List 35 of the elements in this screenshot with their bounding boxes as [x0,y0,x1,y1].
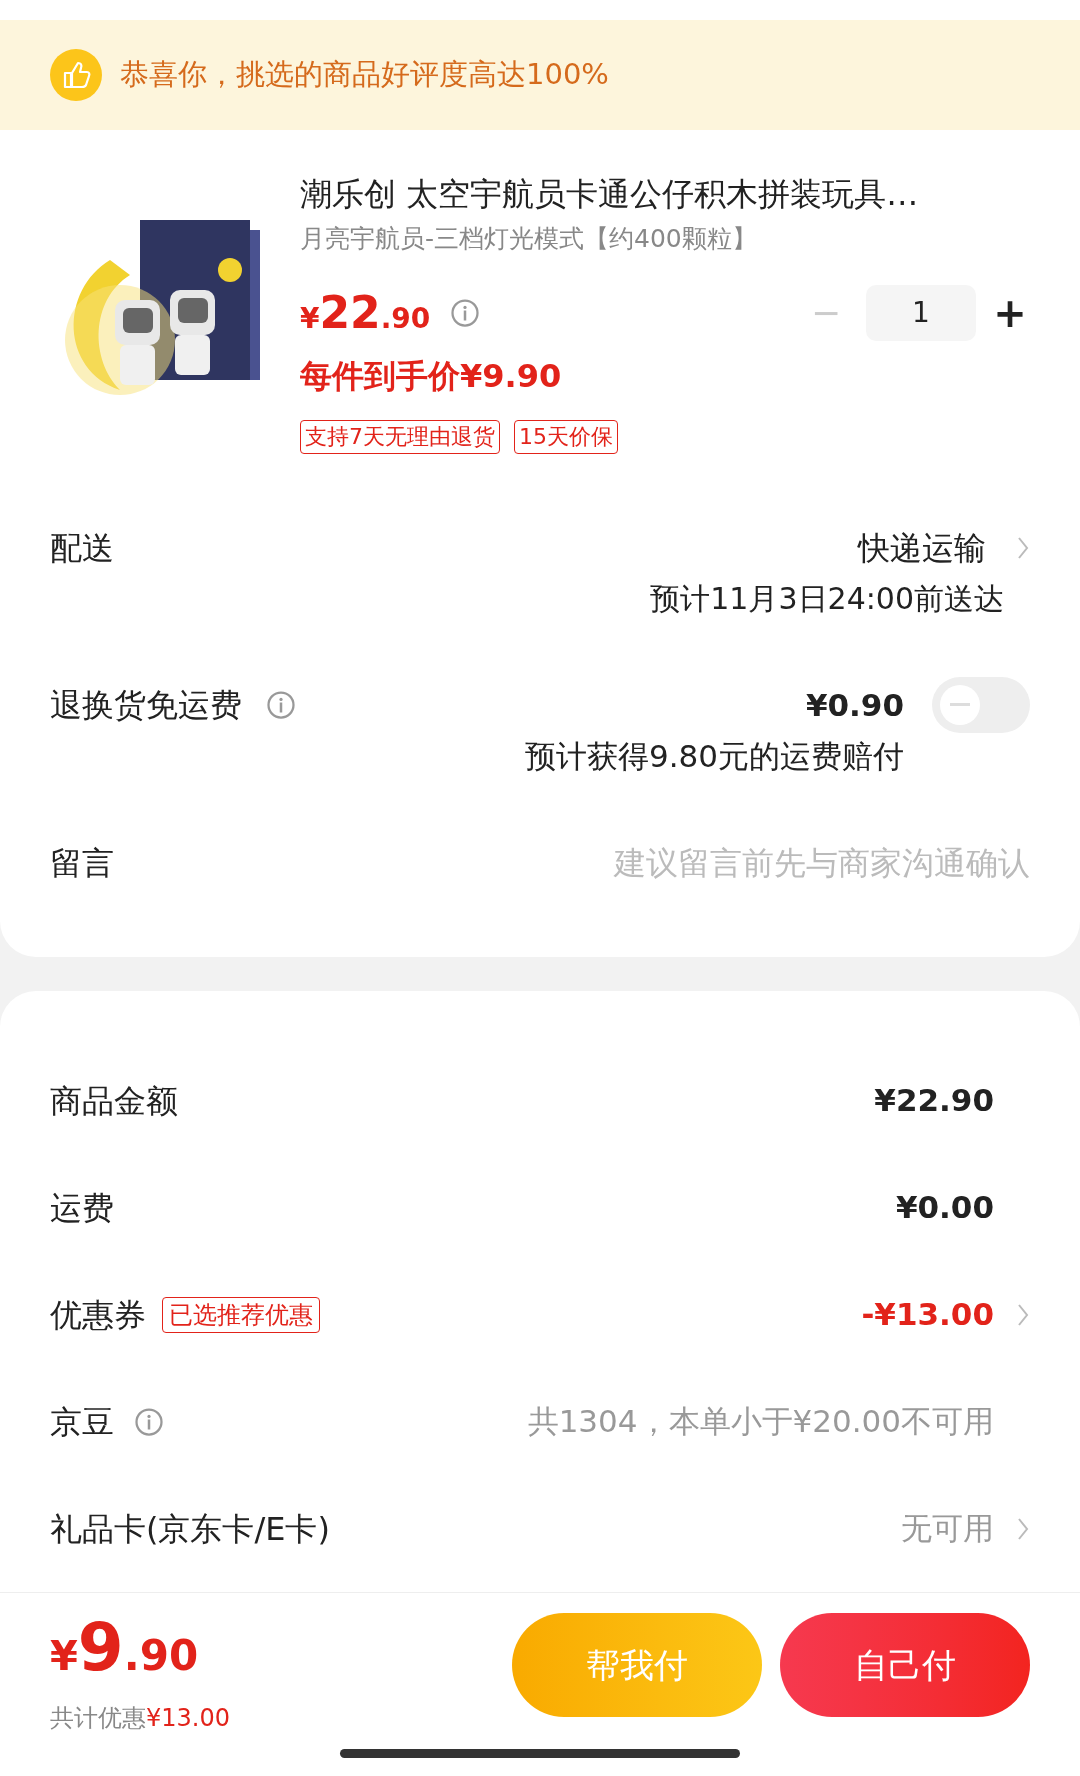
service-tag: 支持7天无理由退货 [300,419,500,454]
product-variant: 月亮宇航员-三档灯光模式【约400颗粒】 [300,223,758,255]
quantity-field[interactable]: 1 [866,284,976,341]
delivery-method[interactable]: 快递运输 [858,523,986,572]
summary-value: ¥22.90 [874,1081,994,1121]
coupon-badge: 已选推荐优惠 [162,1296,320,1333]
insurance-price: ¥0.90 [805,685,904,725]
banner-text: 恭喜你，挑选的商品好评度高达100% [120,56,609,94]
pay-button[interactable]: 自己付 [780,1613,1030,1717]
summary-label: 京豆 [50,1401,114,1443]
plus-button[interactable]: + [990,282,1030,343]
product-price: ¥22.90 [300,285,431,340]
info-icon[interactable] [134,1406,164,1437]
insurance-note: 预计获得9.80元的运费赔付 [524,736,904,776]
product-title: 潮乐创 太空宇航员卡通公仔积木拼装玩具… [300,174,920,215]
info-icon[interactable] [450,297,481,328]
summary-value[interactable]: -¥13.00 [861,1291,994,1338]
return-insurance-label: 退换货免运费 [50,684,242,726]
final-price: 每件到手价¥9.90 [300,355,563,397]
delivery-label: 配送 [50,527,114,569]
summary-label: 礼品卡(京东卡/E卡) [50,1508,330,1550]
message-field[interactable]: 建议留言前先与商家沟通确认 [470,839,1030,887]
summary-value: 共1304，本单小于¥20.00不可用 [527,1402,994,1442]
summary-label: 优惠券 [50,1294,146,1336]
summary-value[interactable]: 无可用 [901,1505,994,1552]
message-label: 留言 [50,843,114,884]
summary-label: 商品金额 [50,1080,178,1122]
summary-value: ¥0.00 [895,1188,994,1228]
info-icon[interactable] [266,689,296,720]
total-saving: 共计优惠¥13.00 [50,1703,231,1734]
total-price: ¥9.90 [50,1613,200,1688]
service-tag: 15天价保 [514,419,618,454]
summary-label: 运费 [50,1187,114,1229]
delivery-eta: 预计11月3日24:00前送达 [650,579,1004,618]
thumbs-up-icon [50,49,102,101]
